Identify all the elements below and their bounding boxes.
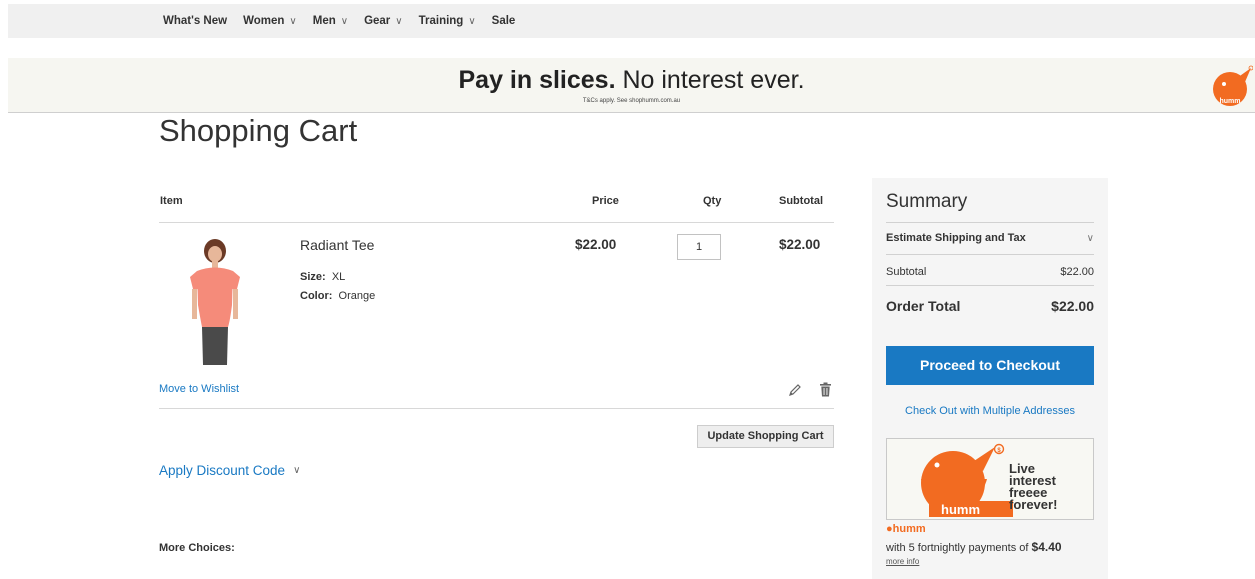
nav-item-gear[interactable]: Gear ∨ — [364, 15, 403, 27]
installments-amount: $4.40 — [1031, 540, 1062, 554]
order-total-value: $22.00 — [1051, 298, 1094, 314]
column-header-qty: Qty — [703, 195, 722, 207]
chevron-down-icon: ∨ — [289, 15, 297, 27]
nav-item-label: Training — [418, 15, 464, 27]
nav-item-sale[interactable]: Sale — [492, 15, 516, 27]
ad-humm-wordmark: humm — [941, 502, 980, 517]
top-navigation: What's New Women ∨ Men ∨ Gear ∨ Training ∨ S… — [8, 4, 1255, 38]
order-total-label: Order Total — [886, 298, 961, 314]
banner-fineprint: T&Cs apply. See shophumm.com.au — [582, 98, 681, 104]
order-total-row: Order Total $22.00 — [886, 298, 1094, 314]
humm-brand-mini: ●humm — [886, 523, 926, 535]
nav-item-label: Women — [243, 15, 285, 27]
proceed-to-checkout-button[interactable]: Proceed to Checkout — [886, 346, 1094, 385]
product-name-link[interactable]: Radiant Tee — [300, 237, 374, 253]
banner-headline-bold: Pay in slices. — [458, 66, 616, 94]
estimate-shipping-toggle[interactable]: Estimate Shipping and Tax ∨ — [886, 232, 1094, 244]
ad-line: forever! — [1009, 497, 1058, 512]
option-label: Color: — [300, 290, 333, 302]
nav-item-training[interactable]: Training ∨ — [419, 15, 476, 27]
logo-wordmark: humm — [1220, 98, 1241, 105]
chevron-down-icon: ∨ — [468, 15, 476, 27]
divider — [886, 222, 1094, 223]
product-image[interactable] — [170, 237, 260, 365]
divider — [886, 285, 1094, 286]
chevron-down-icon: ∨ — [293, 465, 301, 476]
estimate-label: Estimate Shipping and Tax — [886, 232, 1026, 244]
item-subtotal: $22.00 — [779, 237, 821, 252]
product-option-color: Color: Orange — [300, 290, 375, 302]
item-price: $22.00 — [575, 237, 617, 252]
divider — [886, 254, 1094, 255]
apply-discount-toggle[interactable]: Apply Discount Code ∨ — [159, 463, 300, 478]
chevron-down-icon: ∨ — [340, 15, 349, 27]
update-cart-button[interactable]: Update Shopping Cart — [697, 425, 834, 448]
more-choices-heading: More Choices: — [159, 542, 235, 554]
page-title: Shopping Cart — [159, 113, 358, 148]
trash-icon[interactable] — [819, 382, 832, 397]
nav-item-women[interactable]: Women ∨ — [243, 15, 297, 27]
ad-copy: Live interest freeee forever! — [1009, 462, 1058, 512]
nav-item-men[interactable]: Men ∨ — [313, 15, 348, 27]
banner-headline-rest: No interest ever. — [615, 66, 805, 94]
promo-banner[interactable]: Pay in slices. No interest ever. T&Cs ap… — [8, 58, 1255, 113]
humm-brand-text: humm — [892, 523, 926, 535]
summary-title: Summary — [886, 191, 968, 212]
option-label: Size: — [300, 271, 326, 283]
installments-text: with 5 fortnightly payments of $4.40 — [886, 540, 1062, 554]
column-header-subtotal: Subtotal — [779, 195, 823, 207]
nav-item-whats-new[interactable]: What's New — [163, 15, 227, 27]
chevron-down-icon: ∨ — [1086, 232, 1094, 244]
nav-item-label: What's New — [163, 15, 228, 27]
subtotal-value: $22.00 — [1060, 266, 1094, 278]
move-to-wishlist-link[interactable]: Move to Wishlist — [159, 383, 239, 395]
column-header-item: Item — [160, 195, 183, 207]
multiple-addresses-link[interactable]: Check Out with Multiple Addresses — [872, 405, 1108, 417]
chevron-down-icon: ∨ — [395, 15, 403, 27]
nav-item-label: Men — [312, 15, 336, 27]
humm-ad-banner[interactable]: $ humm Live interest freeee forever! — [886, 438, 1094, 520]
humm-logo-icon: humm — [1213, 65, 1253, 106]
nav-item-label: Gear — [364, 15, 391, 27]
divider — [159, 408, 834, 409]
column-header-price: Price — [592, 195, 619, 207]
banner-headline: Pay in slices. No interest ever. — [8, 66, 1255, 95]
pencil-edit-icon[interactable] — [788, 383, 802, 397]
order-summary-panel: Summary Estimate Shipping and Tax ∨ Subt… — [872, 178, 1108, 579]
qty-input[interactable] — [677, 234, 721, 260]
subtotal-label: Subtotal — [886, 266, 927, 278]
subtotal-row: Subtotal $22.00 — [886, 266, 1094, 278]
more-info-link[interactable]: more info — [886, 557, 919, 566]
nav-menu: What's New Women ∨ Men ∨ Gear ∨ Training ∨ S… — [163, 15, 531, 27]
product-option-size: Size: XL — [300, 271, 345, 283]
option-value: XL — [331, 271, 346, 283]
nav-item-label: Sale — [491, 15, 516, 27]
installments-label: with 5 fortnightly payments of — [886, 542, 1032, 554]
divider — [159, 222, 834, 223]
discount-label: Apply Discount Code — [159, 463, 286, 478]
option-value: Orange — [338, 290, 376, 302]
